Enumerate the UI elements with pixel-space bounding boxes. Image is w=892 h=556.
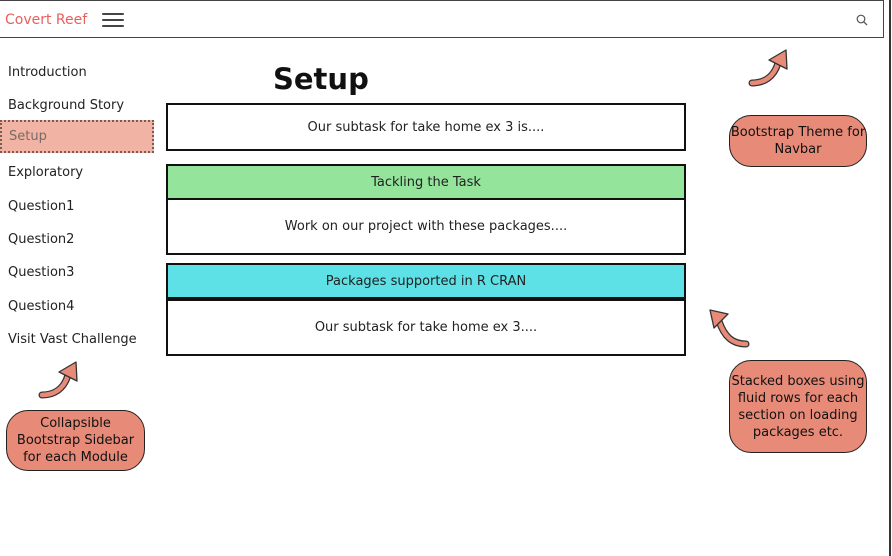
packages-header: Packages supported in R CRAN (166, 263, 686, 299)
curved-arrow-icon (748, 49, 788, 87)
sidebar-item-introduction[interactable]: Introduction (8, 65, 87, 80)
sidebar-annotation-bubble: Collapsible Bootstrap Sidebar for each M… (6, 410, 145, 471)
page-edge-divider (889, 0, 891, 556)
tackling-task-header: Tackling the Task (166, 164, 686, 200)
navbar-annotation-bubble: Bootstrap Theme for Navbar (729, 115, 867, 167)
subtask-box: Our subtask for take home ex 3 is.... (166, 103, 686, 151)
page-title: Setup (273, 62, 369, 96)
navbar: Covert Reef (0, 0, 884, 38)
brand-title[interactable]: Covert Reef (5, 12, 87, 28)
sidebar-item-question4[interactable]: Question4 (8, 299, 74, 314)
sidebar-item-setup[interactable]: Setup (0, 120, 154, 153)
curved-arrow-icon (709, 309, 750, 348)
search-icon[interactable] (856, 14, 868, 26)
sidebar-item-background-story[interactable]: Background Story (8, 98, 124, 113)
boxes-annotation-bubble: Stacked boxes using fluid rows for each … (729, 360, 867, 453)
curved-arrow-icon (38, 361, 78, 399)
sidebar-item-question2[interactable]: Question2 (8, 232, 74, 247)
sidebar-item-visit-vast-challenge[interactable]: Visit Vast Challenge (8, 332, 137, 347)
tackling-task-body: Work on our project with these packages.… (166, 198, 686, 255)
hamburger-menu-icon[interactable] (102, 13, 124, 27)
sidebar-item-exploratory[interactable]: Exploratory (8, 165, 83, 180)
sidebar-item-question3[interactable]: Question3 (8, 265, 74, 280)
sidebar-item-question1[interactable]: Question1 (8, 199, 74, 214)
packages-body: Our subtask for take home ex 3.... (166, 299, 686, 356)
